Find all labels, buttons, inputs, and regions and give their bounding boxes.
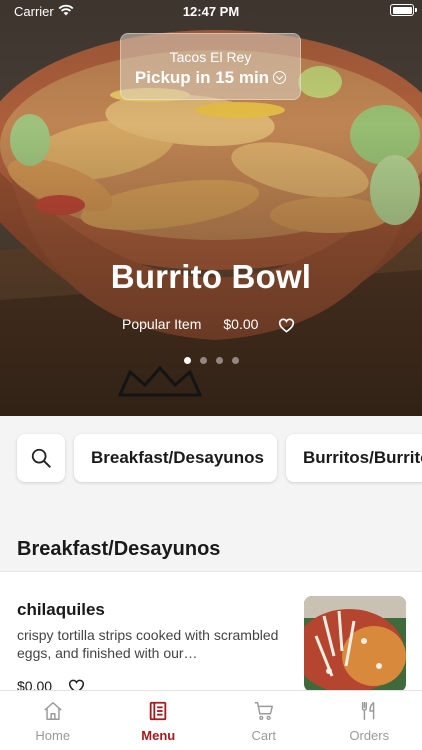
item-name: chilaquiles [17,600,105,619]
hero-item-price: $0.00 [223,316,259,332]
tab-label: Home [35,728,71,743]
category-bar: Breakfast/Desayunos Burritos/Burritos [0,416,422,506]
chevron-down-circle-icon [273,71,287,84]
menu-item-card[interactable]: chilaquiles crispy tortilla strips cooke… [0,571,422,694]
hero-item-meta: Popular Item $0.00 [122,316,295,333]
search-icon [31,448,51,468]
menu-icon [150,701,167,721]
carousel-dot[interactable] [199,357,207,364]
section-title: Breakfast/Desayunos [17,538,221,560]
status-time: 12:47 PM [182,4,240,19]
category-chip[interactable]: Burritos/Burritos [286,434,422,482]
carousel-dot[interactable] [183,357,191,364]
status-bar: Carrier 12:47 PM [0,0,422,24]
tab-label: Cart [251,728,277,743]
tab-label: Menu [141,728,176,743]
favorite-heart-icon[interactable] [278,318,295,333]
hero-banner[interactable]: Carrier 12:47 PM Tacos El Rey Pickup in … [0,0,422,416]
carousel-dot[interactable] [231,357,239,364]
tab-home[interactable]: Home [0,691,106,750]
search-button[interactable] [17,434,65,482]
home-icon [44,702,62,720]
pickup-selector[interactable]: Tacos El Rey Pickup in 15 min [120,33,301,100]
item-description: crispy tortilla strips cooked with scram… [17,627,279,661]
restaurant-name: Tacos El Rey [169,49,252,65]
tab-label: Orders [349,728,390,743]
hero-item-title: Burrito Bowl [110,258,312,295]
carousel-dot[interactable] [215,357,223,364]
tab-bar: Home Menu Cart Orders [0,690,422,750]
category-chip[interactable]: Breakfast/Desayunos [74,434,277,482]
item-photo [304,596,406,692]
tab-menu[interactable]: Menu [106,691,212,750]
carousel-dots[interactable] [0,357,422,364]
pickup-time-row: Pickup in 15 min [121,68,300,88]
pickup-time-label: Pickup in 15 min [134,68,270,87]
battery-icon [390,4,417,16]
tab-orders[interactable]: Orders [317,691,422,750]
tab-cart[interactable]: Cart [211,691,317,750]
popular-tag: Popular Item [122,316,202,332]
cart-icon [254,702,273,721]
orders-icon [362,702,375,720]
